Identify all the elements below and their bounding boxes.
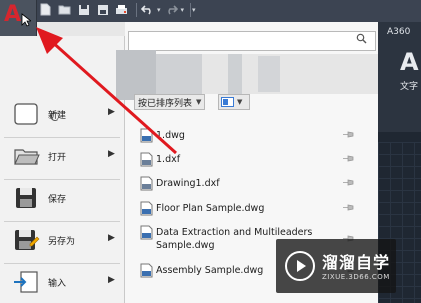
pin-icon[interactable] — [342, 203, 354, 212]
open-folder-icon — [14, 149, 40, 165]
recent-file-item[interactable]: Drawing1.dxf — [140, 176, 360, 192]
menu-item-import[interactable]: 输入 ▶ — [0, 264, 124, 302]
mouse-cursor-icon — [21, 13, 31, 27]
submenu-arrow-icon: ▶ — [108, 149, 115, 159]
save-as-icon — [15, 230, 40, 250]
text-tool-label[interactable]: 文字 — [400, 79, 418, 92]
undo-icon[interactable] — [140, 2, 155, 17]
dxf-file-icon — [140, 176, 153, 191]
save-disk-icon — [16, 188, 36, 208]
dwg-file-icon — [140, 225, 153, 240]
watermark-url: ZIXUE.3D66.COM — [322, 273, 390, 281]
open-icon[interactable] — [57, 2, 72, 17]
sort-order-label: 按已排序列表 — [138, 98, 193, 109]
tab-a360[interactable]: A360 — [387, 27, 410, 37]
quick-access-toolbar: ▾ ▾ ▾ — [38, 2, 199, 17]
blurred-region — [156, 54, 202, 94]
file-name: Floor Plan Sample.dwg — [156, 203, 265, 214]
chevron-down-icon: ▼ — [196, 98, 202, 106]
pin-icon[interactable] — [342, 154, 354, 163]
import-icon — [14, 271, 38, 293]
watermark-title: 溜溜自学 — [322, 253, 391, 272]
text-tool-icon[interactable]: A — [400, 48, 419, 76]
autocad-logo-icon: A — [4, 2, 22, 27]
menu-item-open[interactable]: 打开 ▶ — [0, 138, 124, 180]
menu-item-save-as[interactable]: 另存为 ▶ — [0, 222, 124, 264]
redo-dropdown-icon[interactable]: ▾ — [181, 6, 185, 14]
undo-dropdown-icon[interactable]: ▾ — [157, 6, 161, 14]
recent-file-item[interactable]: Floor Plan Sample.dwg — [140, 201, 360, 217]
recent-file-item[interactable]: 1.dwg — [140, 128, 360, 144]
blurred-region — [116, 50, 156, 100]
menu-item-label: 保存 — [48, 195, 67, 205]
toolbar-separator — [190, 2, 192, 17]
icon-view-icon — [221, 97, 234, 107]
file-name: 1.dwg — [156, 130, 185, 141]
menu-item-label: 新建 — [48, 111, 67, 121]
save-icon[interactable] — [76, 2, 91, 17]
menu-item-new[interactable]: 新建 ▶ — [0, 96, 124, 138]
new-document-icon — [14, 103, 38, 125]
ribbon-panel — [378, 22, 421, 132]
print-icon[interactable] — [114, 2, 129, 17]
search-icon[interactable] — [356, 33, 367, 44]
file-name: 1.dxf — [156, 154, 181, 165]
pin-icon[interactable] — [342, 178, 354, 187]
submenu-arrow-icon: ▶ — [108, 107, 115, 117]
customize-dropdown-icon[interactable]: ▾ — [192, 6, 196, 14]
search-input[interactable] — [128, 31, 376, 51]
dxf-file-icon — [140, 152, 153, 167]
dwg-file-icon — [140, 201, 153, 216]
redo-icon[interactable] — [164, 2, 179, 17]
watermark-logo: 溜溜自学 ZIXUE.3D66.COM — [276, 239, 396, 293]
menu-item-label: 输入 — [48, 279, 67, 289]
dwg-file-icon — [140, 128, 153, 143]
menu-item-label: 打开 — [48, 153, 67, 163]
application-menu-button[interactable]: A — [0, 0, 37, 36]
file-name: Drawing1.dxf — [156, 178, 220, 189]
blurred-region — [258, 56, 280, 92]
view-mode-dropdown[interactable]: ▼ — [218, 94, 250, 110]
blurred-region — [228, 54, 242, 94]
recent-file-item[interactable]: 1.dxf — [140, 152, 360, 168]
play-icon — [285, 251, 315, 281]
new-icon[interactable] — [38, 2, 53, 17]
save-as-icon[interactable] — [95, 2, 110, 17]
pin-icon[interactable] — [342, 130, 354, 139]
chevron-down-icon: ▼ — [237, 98, 243, 106]
sort-order-dropdown[interactable]: 按已排序列表 ▼ — [134, 94, 206, 110]
submenu-arrow-icon: ▶ — [108, 233, 115, 243]
menu-item-save[interactable]: 保存 — [0, 180, 124, 222]
application-menu-commands: C 新建 ▶ 打开 ▶ 保存 另存为 ▶ 输入 ▶ — [0, 36, 125, 303]
toolbar-separator — [136, 2, 137, 17]
menu-item-label: 另存为 — [48, 237, 76, 247]
dwg-file-icon — [140, 263, 153, 278]
submenu-arrow-icon: ▶ — [108, 275, 115, 285]
